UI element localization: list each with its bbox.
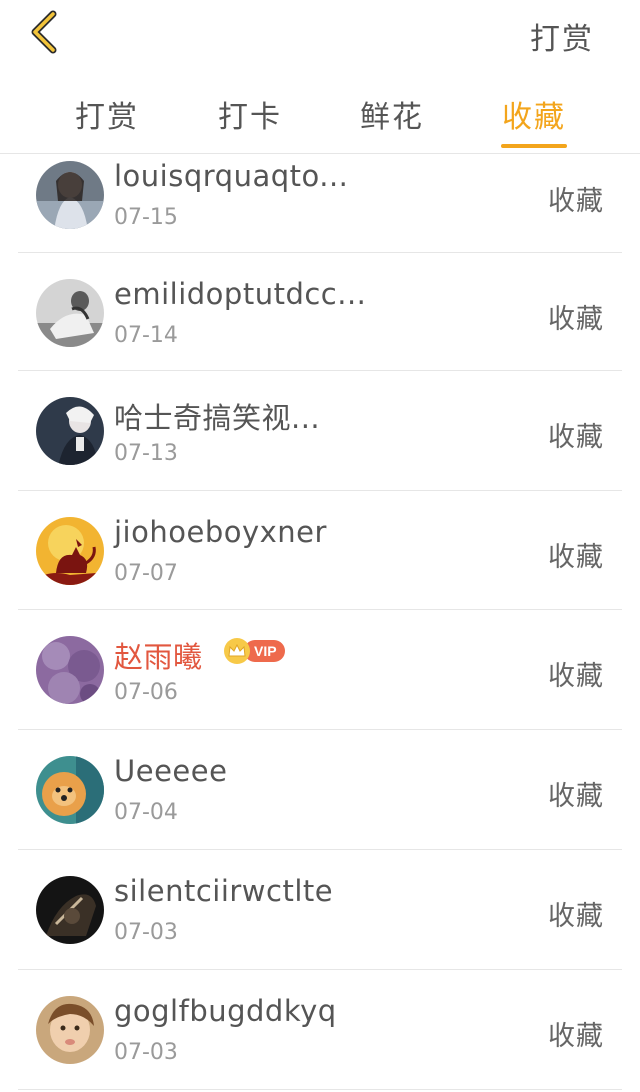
tab-reward[interactable]: 打赏 bbox=[74, 92, 140, 154]
user-name: 哈士奇搞笑视... bbox=[114, 401, 321, 435]
list-item[interactable]: silentciirwctlte 07-03 收藏 bbox=[18, 850, 622, 970]
back-button[interactable] bbox=[22, 10, 66, 58]
item-date: 07-07 bbox=[114, 561, 178, 586]
tab-bar: 打赏 打卡 鲜花 收藏 bbox=[0, 84, 640, 154]
tab-label: 收藏 bbox=[502, 100, 566, 135]
user-name: silentciirwctlte bbox=[114, 874, 334, 908]
avatar[interactable] bbox=[36, 996, 104, 1064]
item-date: 07-03 bbox=[114, 1040, 178, 1065]
chevron-left-icon bbox=[27, 10, 61, 58]
user-name: 赵雨曦 bbox=[114, 640, 203, 674]
avatar[interactable] bbox=[36, 636, 104, 704]
favorite-label: 收藏 bbox=[548, 781, 604, 812]
favorite-label: 收藏 bbox=[548, 422, 604, 453]
user-name: jiohoeboyxner bbox=[114, 515, 327, 549]
tab-label: 鲜花 bbox=[360, 100, 424, 135]
avatar[interactable] bbox=[36, 397, 104, 465]
avatar[interactable] bbox=[36, 161, 104, 229]
favorite-label: 收藏 bbox=[548, 901, 604, 932]
top-bar: 打赏 bbox=[0, 0, 640, 80]
item-date: 07-13 bbox=[114, 441, 178, 466]
list-item[interactable]: goglfbugddkyq 07-03 收藏 bbox=[18, 970, 622, 1090]
list-item[interactable]: jiohoeboyxner 07-07 收藏 bbox=[18, 491, 622, 610]
tab-flowers[interactable]: 鲜花 bbox=[359, 92, 425, 154]
favorite-label: 收藏 bbox=[548, 542, 604, 573]
active-tab-indicator bbox=[501, 144, 567, 148]
reward-button[interactable]: 打赏 bbox=[530, 14, 594, 58]
user-name: goglfbugddkyq bbox=[114, 994, 337, 1028]
list-item[interactable]: 哈士奇搞笑视... 07-13 收藏 bbox=[18, 371, 622, 491]
list-item[interactable]: louisqrquaqto... 07-15 收藏 bbox=[18, 155, 622, 253]
item-date: 07-03 bbox=[114, 920, 178, 945]
user-name: louisqrquaqto... bbox=[114, 159, 349, 193]
list-item[interactable]: emilidoptutdcc... 07-14 收藏 bbox=[18, 253, 622, 371]
avatar[interactable] bbox=[36, 876, 104, 944]
favorite-label: 收藏 bbox=[548, 304, 604, 335]
tab-label: 打卡 bbox=[218, 100, 282, 135]
list-item[interactable]: 赵雨曦 VIP 07-06 收藏 bbox=[18, 610, 622, 730]
tab-favorites[interactable]: 收藏 bbox=[501, 92, 567, 154]
list-item[interactable]: Ueeeee 07-04 收藏 bbox=[18, 730, 622, 850]
crown-icon bbox=[224, 638, 250, 664]
avatar[interactable] bbox=[36, 517, 104, 585]
vip-badge: VIP bbox=[224, 638, 285, 664]
favorite-label: 收藏 bbox=[548, 661, 604, 692]
item-date: 07-14 bbox=[114, 323, 178, 348]
avatar[interactable] bbox=[36, 279, 104, 347]
vip-label: VIP bbox=[244, 640, 285, 662]
avatar[interactable] bbox=[36, 756, 104, 824]
item-date: 07-04 bbox=[114, 800, 178, 825]
item-date: 07-06 bbox=[114, 680, 178, 705]
favorite-label: 收藏 bbox=[548, 186, 604, 217]
tab-label: 打赏 bbox=[75, 100, 139, 135]
item-date: 07-15 bbox=[114, 205, 178, 230]
tab-checkin[interactable]: 打卡 bbox=[217, 92, 283, 154]
user-name: emilidoptutdcc... bbox=[114, 277, 367, 311]
user-name: Ueeeee bbox=[114, 754, 228, 788]
favorite-label: 收藏 bbox=[548, 1021, 604, 1052]
